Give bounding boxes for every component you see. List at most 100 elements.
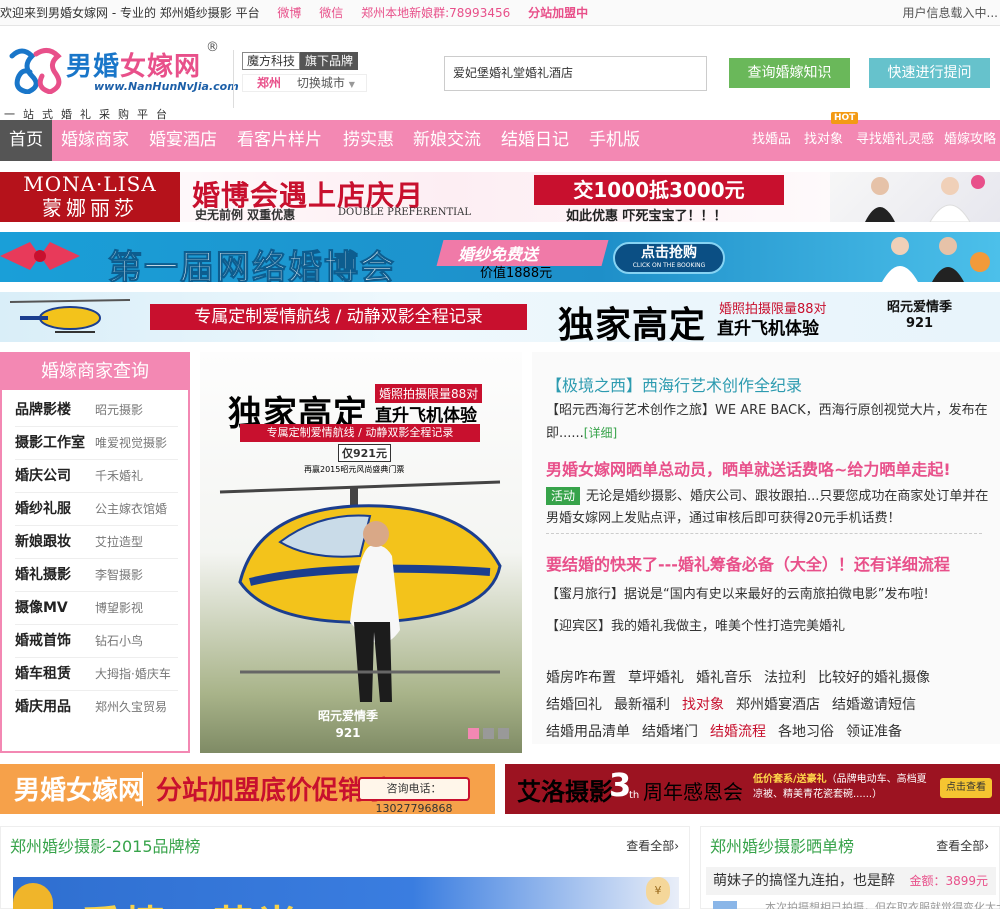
banner-franchise-promo[interactable]: 男婚女嫁网 分站加盟底价促销季 咨询电话：13027796868 <box>0 764 495 814</box>
merchant-row[interactable]: 婚庆用品 郑州久宝贸易 <box>15 691 178 724</box>
merchant-row[interactable]: 婚纱礼服 公主嫁衣馆婚 <box>15 493 178 526</box>
tag-link[interactable]: 结婚邀请短信 <box>832 692 916 719</box>
tag-link[interactable]: 结婚回礼 <box>546 692 602 719</box>
brand-ranking-title: 郑州婚纱摄影-2015品牌榜 <box>10 837 201 856</box>
news-link-honeymoon[interactable]: 【蜜月旅行】据说是“国内有史以来最好的云南旅拍微电影”发布啦! <box>546 584 992 606</box>
qq-group-link[interactable]: 郑州本地新娘群:78993456 <box>361 6 510 20</box>
chevron-down-icon: ▼ <box>348 80 355 89</box>
merchant-row[interactable]: 新娘跟妆 艾拉造型 <box>15 526 178 559</box>
banner-online-expo[interactable]: 第一届网络婚博会 婚纱免费送 价值1888元 点击抢购 CLICK ON THE… <box>0 232 1000 282</box>
order-ranking-more-link[interactable]: 查看全部› <box>936 837 989 854</box>
tag-link[interactable]: 结婚流程 <box>710 719 766 746</box>
banner2-headline: 第一届网络婚博会 <box>108 248 396 283</box>
tag-link[interactable]: 婚房咋布置 <box>546 665 616 692</box>
user-status: 用户信息载入中... <box>902 6 998 20</box>
merchant-row[interactable]: 婚庆公司 千禾婚礼 <box>15 460 178 493</box>
order-thumbnail[interactable] <box>713 901 737 909</box>
yuan-icon: ¥ <box>646 877 670 905</box>
banner3-heli: 直升飞机体验 <box>717 319 819 339</box>
merchant-row[interactable]: 摄影工作室 唯爱视觉摄影 <box>15 427 178 460</box>
tag-cloud: 婚房咋布置 草坪婚礼 婚礼音乐 法拉利 比较好的婚礼摄像 结婚回礼 最新福利 找对象 郑州婚宴… <box>546 665 986 746</box>
query-knowledge-button[interactable]: 查询婚嫁知识 <box>729 58 850 88</box>
news-headline-1[interactable]: 【极境之西】西海行艺术创作全纪录 <box>546 372 802 396</box>
tag-link[interactable]: 最新福利 <box>614 692 670 719</box>
tag-link[interactable]: 找对象 <box>682 692 724 719</box>
nav-item-home[interactable]: 首页 <box>0 120 52 161</box>
slider-dot[interactable] <box>468 728 479 739</box>
view-details-button[interactable]: 点击查看 <box>940 778 992 798</box>
city-switcher[interactable]: 郑州 切换城市 ▼ <box>242 74 367 92</box>
slider-dot[interactable] <box>498 728 509 739</box>
weibo-link[interactable]: 微博 <box>277 6 301 20</box>
nav-sub-inspiration[interactable]: 寻找婚礼灵感 <box>856 120 934 161</box>
poster-slider[interactable]: 独家高定 婚照拍摄限量88对 直升飞机体验 专属定制爱情航线 / 动静双影全程记… <box>200 352 522 753</box>
nav-item-mobile[interactable]: 手机版 <box>589 120 640 161</box>
news-summary-1: 【昭元西海行艺术创作之旅】WE ARE BACK，西海行原创视觉大片，发布在即.… <box>546 403 988 441</box>
anniversary-number: 3 <box>609 766 632 804</box>
order-ranking-section: 郑州婚纱摄影晒单榜 查看全部› 萌妹子的搞怪九连拍，也是醉 金额：3899元 本… <box>700 826 1000 909</box>
nav-item-samples[interactable]: 看客片样片 <box>237 120 322 161</box>
order-item[interactable]: 萌妹子的搞怪九连拍，也是醉 金额：3899元 <box>706 867 996 895</box>
nav-item-diary[interactable]: 结婚日记 <box>501 120 569 161</box>
nav-sub-partner[interactable]: 找对象 <box>804 120 843 161</box>
nav-item-deals[interactable]: 捞实惠 <box>343 120 394 161</box>
merchant-row[interactable]: 婚车租赁 大拇指·婚庆车 <box>15 658 178 691</box>
tag-link[interactable]: 比较好的婚礼摄像 <box>818 665 930 692</box>
site-logo[interactable]: 男婚女嫁网 ® www.NanHunNvJia.com 一站式婚礼采购平台 <box>2 40 239 121</box>
tag-link[interactable]: 法拉利 <box>764 665 806 692</box>
poster-signature: 昭元爱情季 921 <box>318 709 379 740</box>
nav-item-bride-forum[interactable]: 新娘交流 <box>413 120 481 161</box>
tag-link[interactable]: 结婚用品清单 <box>546 719 630 746</box>
nav-item-merchants[interactable]: 婚嫁商家 <box>61 120 129 161</box>
tag-link[interactable]: 婚礼音乐 <box>696 665 752 692</box>
couple-photo <box>830 172 1000 222</box>
nav-item-hotels[interactable]: 婚宴酒店 <box>149 120 217 161</box>
banner-helicopter[interactable]: 专属定制爱情航线 / 动静双影全程记录 独家高定 婚照拍摄限量88对 直升飞机体… <box>0 292 1000 342</box>
couple-photo <box>882 237 990 282</box>
merchant-row[interactable]: 婚戒首饰 钻石小鸟 <box>15 625 178 658</box>
welcome-text: 欢迎来到男婚女嫁网 - 专业的 郑州婚纱摄影 平台 <box>0 6 260 20</box>
nav-sub-guide[interactable]: 婚嫁攻略 <box>944 120 996 161</box>
poster-strip: 专属定制爱情航线 / 动静双影全程记录 <box>240 424 480 442</box>
news-more-link[interactable]: [详细] <box>584 426 617 440</box>
banner2-cta-button[interactable]: 点击抢购 CLICK ON THE BOOKING <box>613 242 725 274</box>
merchant-row[interactable]: 摄像MV 博望影视 <box>15 592 178 625</box>
banner-ailuo-anniversary[interactable]: 艾洛摄影 3 th 周年感恩会 低价套系/送豪礼（品牌电动车、高档夏凉被、精美青… <box>505 764 1000 814</box>
logo-icon <box>9 48 62 94</box>
mona-lisa-logo: MONA·LISA 蒙娜丽莎 <box>0 172 180 222</box>
brand-ranking-more-link[interactable]: 查看全部› <box>626 837 679 854</box>
hot-badge: HOT <box>831 112 859 124</box>
order-item-amount: 金额：3899元 <box>909 874 988 888</box>
merchant-row[interactable]: 品牌影楼 昭元摄影 <box>15 394 178 427</box>
banner2-price: 价值1888元 <box>480 266 553 281</box>
weixin-link[interactable]: 微信 <box>319 6 343 20</box>
banner3-signature: 昭元爱情季 921 <box>887 300 953 331</box>
tag-link[interactable]: 郑州婚宴酒店 <box>736 692 820 719</box>
slider-dot[interactable] <box>483 728 494 739</box>
search-input[interactable]: 爱妃堡婚礼堂婚礼酒店 <box>444 56 707 91</box>
tag-link[interactable]: 各地习俗 <box>778 719 834 746</box>
banner1-offer: 交1000抵3000元 <box>534 175 784 205</box>
tag-link[interactable]: 草坪婚礼 <box>628 665 684 692</box>
logo-name: 男婚女嫁网 <box>66 52 202 82</box>
banner-mona-lisa[interactable]: MONA·LISA 蒙娜丽莎 婚博会遇上店庆月 史无前例 双重优惠 DOUBLE… <box>0 172 1000 222</box>
logo-registered-mark: ® <box>206 40 219 55</box>
quick-ask-button[interactable]: 快速进行提问 <box>869 58 990 88</box>
news-link-welcome[interactable]: 【迎宾区】我的婚礼我做主，唯美个性打造完美婚礼 <box>546 616 992 638</box>
main-nav: 首页 婚嫁商家 婚宴酒店 看客片样片 捞实惠 新娘交流 结婚日记 手机版 找婚品… <box>0 120 1000 161</box>
switch-city-label: 切换城市 <box>296 76 345 90</box>
nav-sub-products[interactable]: 找婚品 <box>752 120 791 161</box>
news-headline-3[interactable]: 要结婚的快来了---婚礼筹备必备（大全）！还有详细流程 <box>546 551 950 575</box>
news-headline-2[interactable]: 男婚女嫁网晒单总动员，晒单就送话费咯~给力晒单走起! <box>546 456 951 480</box>
slider-dots <box>468 728 513 743</box>
merchant-row[interactable]: 婚礼摄影 李智摄影 <box>15 559 178 592</box>
franchise-link[interactable]: 分站加盟中 <box>528 6 588 20</box>
poster-price: 仅921元 <box>338 444 391 462</box>
ailuo-name: 艾洛摄影 <box>517 778 613 806</box>
franchise-phone: 咨询电话：13027796868 <box>358 777 470 814</box>
tag-link[interactable]: 领证准备 <box>846 719 902 746</box>
banner-site-logo: 男婚女嫁网 <box>14 776 145 806</box>
banner3-exclusive: 独家高定 <box>558 305 707 342</box>
tag-link[interactable]: 结婚堵门 <box>642 719 698 746</box>
anniversary-details: 低价套系/送豪礼（品牌电动车、高档夏凉被、精美青花瓷套碗......） <box>753 774 927 800</box>
